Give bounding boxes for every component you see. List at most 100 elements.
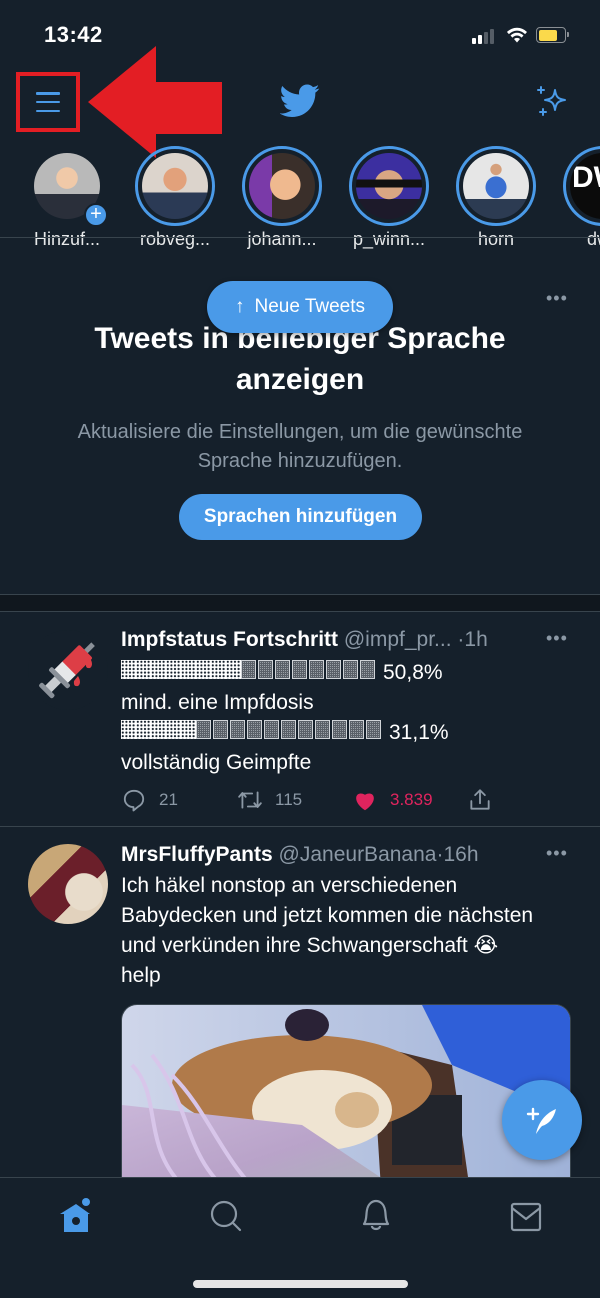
reply-count: 21 <box>159 790 178 809</box>
compose-tweet-button[interactable] <box>502 1080 582 1160</box>
progress-block-empty <box>258 660 273 679</box>
hamburger-menu-button[interactable] <box>16 72 80 132</box>
avatar: DW <box>570 153 600 219</box>
progress-block-filled <box>151 660 166 679</box>
avatar <box>463 153 529 219</box>
tweet-more-icon[interactable]: ••• <box>546 628 568 649</box>
tweet-timestamp: 1h <box>464 628 488 651</box>
tweet-author-handle[interactable]: @JaneurBanana <box>279 843 437 866</box>
crying-emoji: 😭 <box>473 934 499 957</box>
wifi-icon <box>507 27 527 43</box>
add-languages-button[interactable]: Sprachen hinzufügen <box>179 494 422 540</box>
progress-blocks <box>121 718 383 748</box>
progress-caption: vollständig Geimpfte <box>121 751 312 774</box>
syringe-icon <box>39 642 95 699</box>
tweet-actions: 21 115 3.839 <box>121 785 521 815</box>
new-tweets-label: Neue Tweets <box>254 296 366 317</box>
home-indicator[interactable] <box>193 1280 408 1288</box>
progress-block-empty <box>315 720 330 739</box>
fleet-item[interactable]: johann... <box>232 140 332 250</box>
progress-block-filled <box>121 660 136 679</box>
tweet-header: MrsFluffyPants @JaneurBanana·16h <box>121 843 479 866</box>
tweet-body: 50,8% mind. eine Impfdosis 31,1% vollstä… <box>121 658 561 778</box>
tweet-more-icon[interactable]: ••• <box>546 843 568 864</box>
tweet-author-name[interactable]: Impfstatus Fortschritt <box>121 628 338 651</box>
fleet-item[interactable]: p_winn... <box>339 140 439 250</box>
progress-block-filled <box>181 660 196 679</box>
progress-caption: mind. eine Impfdosis <box>121 691 314 714</box>
fleet-add-own[interactable]: + Hinzuf... <box>17 140 117 250</box>
share-button[interactable] <box>467 787 493 813</box>
section-gap <box>0 595 600 611</box>
hamburger-menu-icon <box>36 92 60 112</box>
progress-block-empty <box>298 720 313 739</box>
like-button[interactable]: 3.839 <box>352 787 467 813</box>
progress-block-empty <box>332 720 347 739</box>
progress-percent: 50,8% <box>383 661 443 684</box>
progress-block-empty <box>349 720 364 739</box>
tweet[interactable]: Impfstatus Fortschritt @impf_pr... ·1h •… <box>0 612 600 826</box>
progress-bar-row: 50,8% <box>121 658 561 688</box>
progress-block-empty <box>343 660 358 679</box>
twitter-bird-icon[interactable] <box>280 84 320 118</box>
heart-filled-icon <box>356 793 374 811</box>
home-icon[interactable] <box>56 1196 96 1236</box>
new-tweets-pill-button[interactable]: ↑ Neue Tweets <box>207 281 393 333</box>
progress-percent: 31,1% <box>389 721 449 744</box>
battery-icon <box>536 27 569 43</box>
compose-tweet-icon <box>526 1107 556 1134</box>
progress-block-empty <box>241 660 256 679</box>
avatar[interactable] <box>28 630 108 710</box>
progress-block-filled <box>211 660 226 679</box>
share-icon <box>470 789 490 810</box>
progress-block-empty <box>264 720 279 739</box>
retweet-icon <box>238 791 262 809</box>
progress-blocks <box>121 658 377 688</box>
search-icon[interactable] <box>206 1196 246 1236</box>
tweet-text-after: help <box>121 964 161 987</box>
fleet-item[interactable]: DW dw <box>553 140 600 250</box>
reply-button[interactable]: 21 <box>121 787 237 813</box>
sparkle-icon[interactable] <box>536 84 570 118</box>
progress-block-filled <box>136 660 151 679</box>
like-count: 3.839 <box>390 790 433 809</box>
progress-block-filled <box>226 660 241 679</box>
tweet-timestamp: 16h <box>443 843 479 866</box>
progress-block-empty <box>360 660 375 679</box>
dog-photo <box>122 1005 570 1203</box>
retweet-count: 115 <box>275 790 303 809</box>
tweet-header: Impfstatus Fortschritt @impf_pr... ·1h <box>121 628 488 651</box>
tweet-image[interactable] <box>121 1004 571 1204</box>
bell-icon[interactable] <box>356 1196 396 1236</box>
progress-block-empty <box>213 720 228 739</box>
progress-block-empty <box>326 660 341 679</box>
progress-block-filled <box>121 720 136 739</box>
progress-block-filled <box>166 660 181 679</box>
status-time: 13:42 <box>44 22 103 47</box>
progress-block-empty <box>366 720 381 739</box>
retweet-button[interactable]: 115 <box>237 787 352 813</box>
progress-block-filled <box>136 720 151 739</box>
progress-block-filled <box>181 720 196 739</box>
tweet-author-handle[interactable]: @impf_pr... <box>344 628 452 651</box>
tweet-text: Ich häkel nonstop an verschiedenen Babyd… <box>121 874 534 957</box>
progress-block-empty <box>309 660 324 679</box>
fleet-item[interactable]: robveg... <box>125 140 225 250</box>
tweet-author-name[interactable]: MrsFluffyPants <box>121 843 273 866</box>
avatar[interactable] <box>28 844 108 924</box>
mail-icon[interactable] <box>506 1196 546 1236</box>
avatar <box>142 153 208 219</box>
avatar <box>356 153 422 219</box>
avatar <box>249 153 315 219</box>
arrow-up-icon: ↑ <box>234 296 245 317</box>
language-prompt-subtitle: Aktualisiere die Einstellungen, um die g… <box>77 421 523 472</box>
progress-block-empty <box>275 660 290 679</box>
add-fleet-plus-icon: + <box>84 203 108 227</box>
top-header <box>0 46 600 158</box>
tweet-body: Ich häkel nonstop an verschiedenen Babyd… <box>121 871 541 991</box>
fleet-item[interactable]: horn <box>446 140 546 250</box>
progress-block-filled <box>196 660 211 679</box>
progress-bar-row: 31,1% <box>121 718 561 748</box>
more-options-icon[interactable]: ••• <box>546 288 568 309</box>
progress-block-filled <box>151 720 166 739</box>
